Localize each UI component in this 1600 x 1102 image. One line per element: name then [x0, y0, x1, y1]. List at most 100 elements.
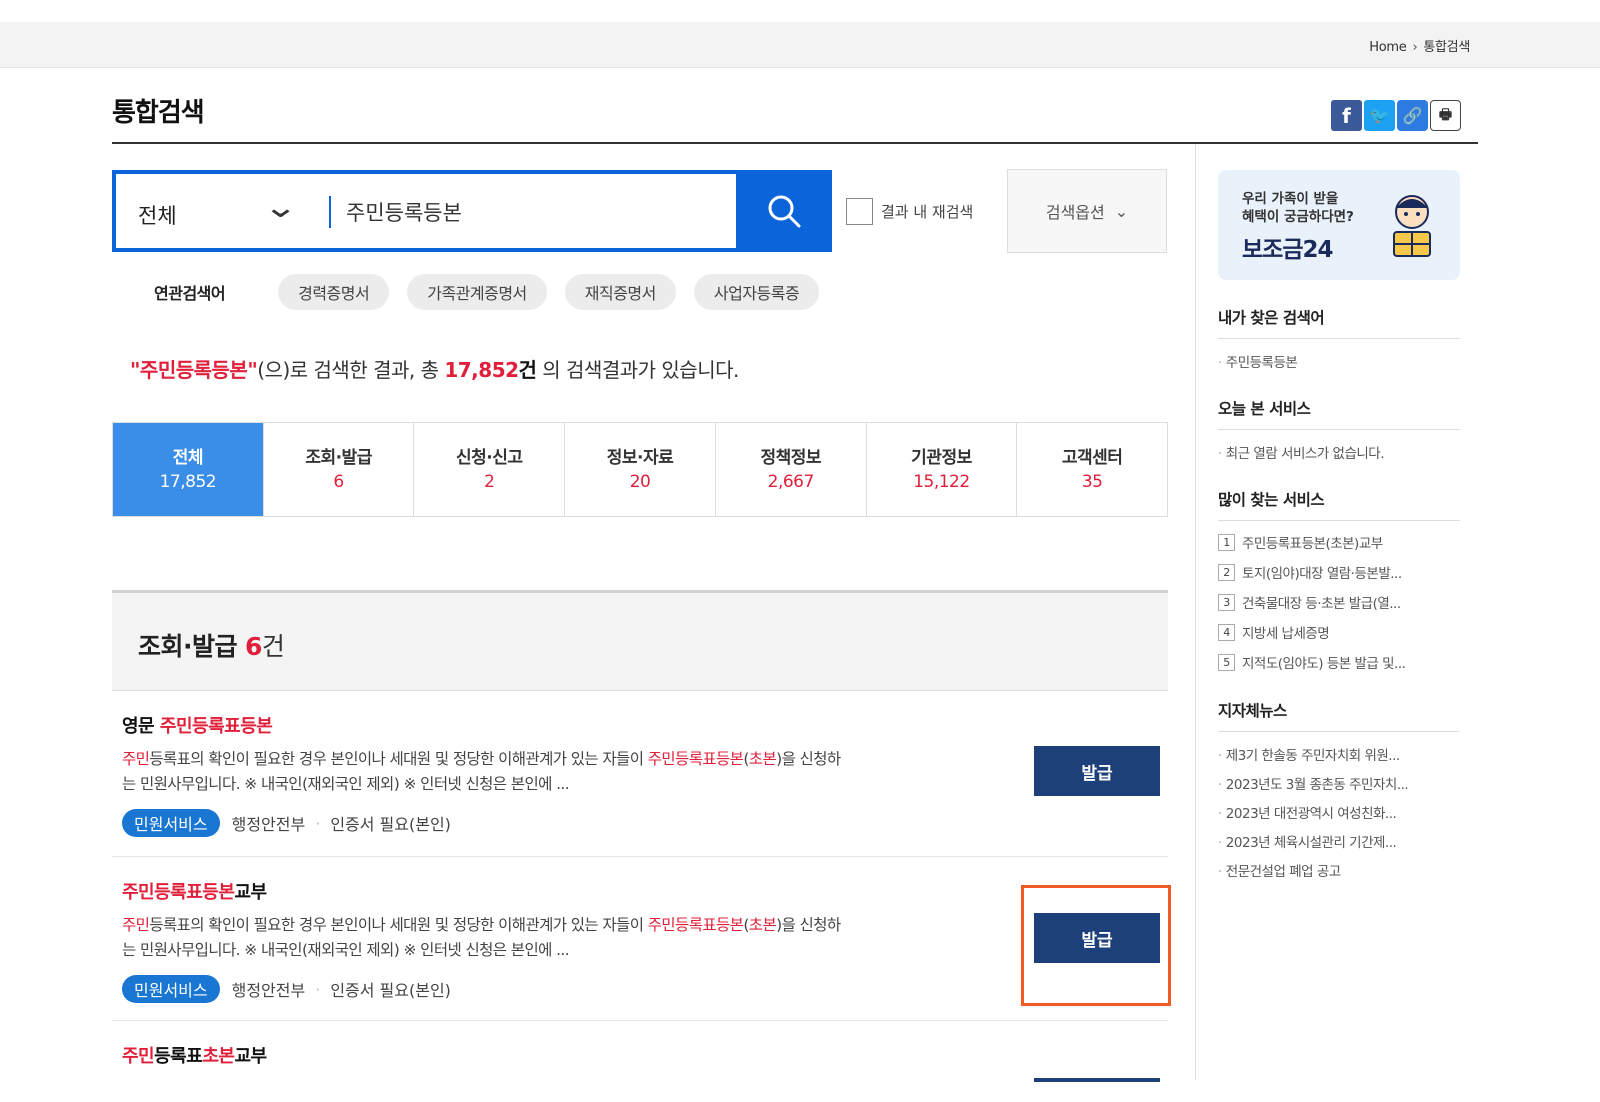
my-searches-title: 내가 찾은 검색어: [1218, 306, 1460, 339]
list-item[interactable]: 전문건설업 폐업 공고: [1218, 858, 1460, 887]
tab-apply[interactable]: 신청·신고 2: [414, 423, 566, 516]
section-title-text: 조회·발급: [138, 632, 238, 661]
search-input[interactable]: [346, 192, 716, 232]
result-summary: "주민등록등본"(으)로 검색한 결과, 총 17,852건 의 검색결과가 있…: [130, 354, 739, 383]
tab-issue[interactable]: 조회·발급 6: [264, 423, 415, 516]
desc-text: )을 신청하: [776, 916, 841, 934]
rank-number: 2: [1218, 563, 1235, 581]
today-title: 오늘 본 서비스: [1218, 397, 1460, 430]
my-searches-list: 주민등록등본: [1218, 351, 1460, 371]
tab-agency[interactable]: 기관정보 15,122: [867, 423, 1018, 516]
research-checkbox[interactable]: [846, 198, 873, 225]
subsidy-banner[interactable]: 우리 가족이 받을 혜택이 궁금하다면? 보조금24: [1218, 170, 1460, 280]
result-item: 영문 주민등록표등본 주민등록표의 확인이 필요한 경우 본인이나 세대원 및 …: [112, 692, 1168, 857]
result-title[interactable]: 주민등록표등본교부: [122, 878, 267, 904]
tab-count: 2: [484, 471, 495, 492]
title-highlight: 주민등록표등본: [159, 716, 273, 737]
breadcrumb-home[interactable]: Home: [1369, 40, 1407, 55]
tab-policy[interactable]: 정책정보 2,667: [716, 423, 867, 516]
issue-button-partial[interactable]: [1034, 1078, 1160, 1082]
list-item[interactable]: 2 토지(임야)대장 열람·등본발...: [1218, 557, 1460, 587]
tab-label: 전체: [172, 447, 204, 468]
list-item[interactable]: 5 지적도(임야도) 등본 발급 및...: [1218, 647, 1460, 677]
summary-unit: 건: [518, 358, 537, 382]
tab-count: 15,122: [913, 471, 970, 492]
tab-count: 35: [1081, 471, 1103, 492]
result-description: 주민등록표의 확인이 필요한 경우 본인이나 세대원 및 정당한 이해관계가 있…: [122, 913, 1002, 963]
rank-label: 주민등록표등본(초본)교부: [1242, 536, 1383, 552]
related-chip[interactable]: 가족관계증명서: [407, 274, 547, 310]
popular-title: 많이 찾는 서비스: [1218, 488, 1460, 521]
meta-separator: ·: [315, 813, 321, 833]
tab-label: 정책정보: [760, 447, 822, 468]
summary-tail: 의 검색결과가 있습니다.: [536, 358, 739, 382]
mascot-icon: [1393, 195, 1431, 257]
desc-highlight: 주민등록표등본: [647, 916, 744, 934]
related-chip[interactable]: 재직증명서: [564, 274, 676, 310]
title-text: 교부: [234, 1046, 267, 1067]
title-highlight: 초본: [202, 1046, 235, 1067]
result-title[interactable]: 주민등록표초본교부: [122, 1042, 267, 1068]
list-item[interactable]: 제3기 한솔동 주민자치회 위원...: [1218, 742, 1460, 771]
title-highlight: 주민등록표등본: [122, 882, 235, 903]
banner-title: 보조금24: [1242, 237, 1333, 263]
tab-all[interactable]: 전체 17,852: [113, 423, 264, 516]
related-chip[interactable]: 사업자등록증: [693, 274, 820, 310]
search-options-label: 검색옵션: [1045, 203, 1105, 222]
popular-list: 1 주민등록표등본(초본)교부 2 토지(임야)대장 열람·등본발... 3 건축물대…: [1218, 527, 1460, 677]
research-toggle[interactable]: 결과 내 재검색: [846, 198, 973, 225]
summary-total: 17,852: [444, 358, 519, 382]
title-divider: [112, 142, 1478, 144]
chevron-down-icon: ⌄: [1114, 201, 1129, 221]
category-tabs: 전체 17,852 조회·발급 6 신청·신고 2 정보·자료 20 정책정보 2,667…: [112, 422, 1168, 517]
issue-button[interactable]: 발급: [1034, 746, 1160, 796]
list-item[interactable]: 주민등록등본: [1218, 351, 1460, 371]
list-item[interactable]: 4 지방세 납세증명: [1218, 617, 1460, 647]
link-icon[interactable]: 🔗: [1397, 100, 1428, 131]
facebook-icon[interactable]: f: [1331, 100, 1362, 131]
print-icon[interactable]: 🖶: [1430, 100, 1461, 131]
title-text: 영문: [122, 716, 160, 737]
category-badge: 민원서비스: [122, 975, 220, 1003]
list-item[interactable]: 1 주민등록표등본(초본)교부: [1218, 527, 1460, 557]
research-label: 결과 내 재검색: [881, 203, 974, 221]
result-title[interactable]: 영문 주민등록표등본: [122, 712, 273, 738]
section-count: 6: [245, 632, 262, 661]
today-list: 최근 열람 서비스가 없습니다.: [1218, 442, 1460, 462]
list-item[interactable]: 2023년 체육시설관리 기간제...: [1218, 829, 1460, 858]
tab-count: 6: [333, 471, 344, 492]
tab-count: 2,667: [767, 471, 815, 492]
title-highlight: 주민: [122, 1046, 155, 1067]
list-item[interactable]: 2023년 대전광역시 여성친화...: [1218, 800, 1460, 829]
rank-number: 3: [1218, 593, 1235, 611]
breadcrumb-current: 통합검색: [1423, 40, 1470, 55]
twitter-icon[interactable]: 🐦: [1364, 100, 1395, 131]
desc-text: 는 민원사무입니다. ※ 내국인(재외국인 제외) ※ 인터넷 신청은 본인에 …: [122, 941, 570, 959]
summary-mid: (으)로 검색한 결과, 총: [257, 358, 445, 382]
result-item: 주민등록표등본교부 주민등록표의 확인이 필요한 경우 본인이나 세대원 및 정…: [112, 858, 1168, 1021]
breadcrumb: Home › 통합검색: [1369, 36, 1470, 55]
chevron-down-icon[interactable]: ⌄: [263, 190, 298, 225]
search-button[interactable]: [736, 170, 832, 252]
sidebar: 우리 가족이 받을혜택이 궁금하다면? 보조금24 내가 찾은 검색어 주민등록…: [1218, 170, 1460, 887]
related-label: 연관검색어: [154, 284, 226, 303]
result-description: 주민등록표의 확인이 필요한 경우 본인이나 세대원 및 정당한 이해관계가 있…: [122, 747, 1002, 797]
related-chip[interactable]: 경력증명서: [278, 274, 390, 310]
news-title: 지자체뉴스: [1218, 699, 1460, 732]
tab-info[interactable]: 정보·자료 20: [565, 423, 716, 516]
title-text: 교부: [234, 882, 267, 903]
cert-label: 인증서 필요(본인): [330, 981, 451, 1000]
list-item[interactable]: 3 건축물대장 등·초본 발급(열...: [1218, 587, 1460, 617]
search-box: 전체 ⌄: [112, 170, 832, 252]
banner-text: 우리 가족이 받을 혜택이 궁금하다면?: [1242, 190, 1354, 226]
section-unit: 건: [261, 632, 285, 661]
search-scope-select[interactable]: 전체: [138, 200, 177, 230]
rank-label: 지적도(임야도) 등본 발급 및...: [1242, 656, 1406, 672]
search-options-button[interactable]: 검색옵션 ⌄: [1007, 169, 1167, 253]
title-text: 등록표: [154, 1046, 203, 1067]
tab-support[interactable]: 고객센터 35: [1017, 423, 1167, 516]
related-keywords: 연관검색어 경력증명서 가족관계증명서 재직증명서 사업자등록증: [154, 274, 837, 310]
category-badge: 민원서비스: [122, 809, 220, 837]
list-item[interactable]: 2023년도 3월 종촌동 주민자치...: [1218, 771, 1460, 800]
top-bar: [0, 0, 1600, 68]
